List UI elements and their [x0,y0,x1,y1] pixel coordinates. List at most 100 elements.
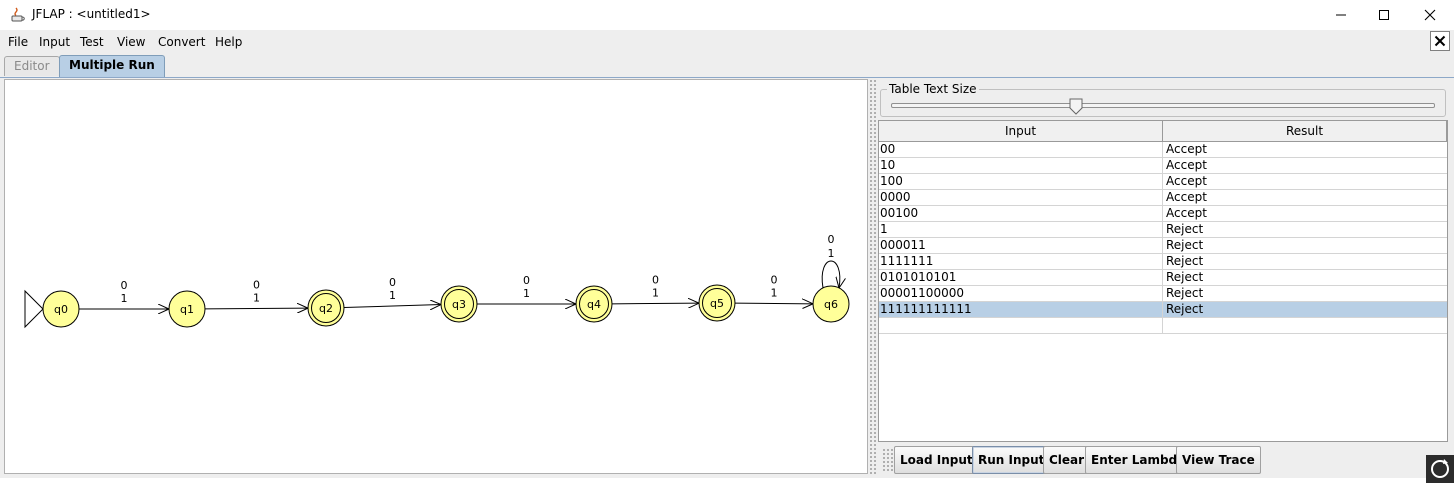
transition-label: 1 [253,292,260,305]
table-row[interactable]: 0101010101 Reject [879,270,1447,286]
state-q1[interactable]: q1 [168,290,206,328]
initial-state-marker [24,289,44,329]
state-label: q6 [824,298,838,311]
transition-label: 1 [523,287,530,300]
transition-label: 1 [771,287,778,300]
table-text-size-group: Table Text Size [880,82,1446,117]
table-row[interactable]: 1111111 Reject [879,254,1447,270]
input-cell[interactable]: 111111111111 [879,302,1163,318]
minimize-button[interactable] [1318,0,1364,30]
transition-arrow[interactable] [734,303,813,304]
transition-label: 0 [523,274,530,287]
result-cell: Accept [1166,206,1207,220]
transition-label: 0 [121,279,128,292]
column-header-result[interactable]: Result [1163,121,1447,141]
result-cell: Reject [1166,254,1204,268]
self-loop-transition[interactable] [821,260,840,288]
result-cell: Accept [1166,190,1207,204]
jflap-window: JFLAP : <untitled1> File Input Test View… [0,0,1454,478]
close-icon [1424,9,1436,21]
table-text-size-label: Table Text Size [887,82,979,96]
result-cell: Accept [1166,158,1207,172]
transition-arrow[interactable] [343,305,441,308]
table-row[interactable]: 00100 Accept [879,206,1447,222]
results-table[interactable]: Input Result 00 Accept 10 Accept 100 Acc… [878,120,1448,442]
transition-arrow[interactable] [204,308,308,309]
state-q3[interactable]: q3 [440,285,478,323]
menu-help[interactable]: Help [215,35,242,49]
tab-strip: Editor Multiple Run [0,54,1454,78]
close-tab-button[interactable] [1430,31,1450,51]
table-header: Input Result [879,121,1447,142]
menu-test[interactable]: Test [80,35,104,49]
state-label: q2 [319,302,333,315]
input-cell[interactable] [879,318,1163,334]
menu-file[interactable]: File [8,35,28,49]
transition-label: 0 [771,274,778,287]
state-q2[interactable]: q2 [307,289,345,327]
button-toolbar: Load Inputs Run Inputs Clear Enter Lambd… [878,442,1448,474]
table-row-empty[interactable] [879,318,1447,334]
table-row[interactable]: 000011 Reject [879,238,1447,254]
toolbar-grip[interactable] [882,448,894,472]
state-label: q3 [452,298,466,311]
state-label: q5 [710,297,724,310]
close-window-button[interactable] [1407,0,1453,30]
result-cell: Reject [1166,286,1204,300]
input-cell[interactable]: 000011 [879,238,1163,254]
window-title: JFLAP : <untitled1> [32,7,151,21]
slider-thumb[interactable] [1069,98,1083,116]
transition-label: 1 [389,289,396,302]
input-cell[interactable]: 1111111 [879,254,1163,270]
input-cell[interactable]: 00 [879,142,1163,158]
refresh-glyph [1431,459,1449,478]
input-cell[interactable]: 100 [879,174,1163,190]
menu-input[interactable]: Input [39,35,70,49]
result-cell: Accept [1166,174,1207,188]
state-q0[interactable]: q0 [24,289,80,329]
table-row[interactable]: 0000 Accept [879,190,1447,206]
transition-label: 1 [121,292,128,305]
column-header-input[interactable]: Input [879,121,1163,141]
table-row[interactable]: 00 Accept [879,142,1447,158]
input-cell[interactable]: 0000 [879,190,1163,206]
split-pane-divider[interactable] [869,79,876,475]
result-cell: Reject [1166,222,1204,236]
automaton-canvas[interactable]: 01010101010101 q0 q1 q2 q3 q4 q5 q6 [4,79,868,474]
tab-editor[interactable]: Editor [4,56,60,76]
view-trace-button[interactable]: View Trace [1176,446,1261,474]
result-cell: Reject [1166,238,1204,252]
transition-label: 0 [389,276,396,289]
input-cell[interactable]: 00001100000 [879,286,1163,302]
menu-convert[interactable]: Convert [158,35,205,49]
input-cell[interactable]: 00100 [879,206,1163,222]
transition-label: 1 [652,287,659,300]
refresh-icon[interactable] [1426,455,1454,483]
table-row[interactable]: 1 Reject [879,222,1447,238]
result-cell: Reject [1166,270,1204,284]
table-row[interactable]: 100 Accept [879,174,1447,190]
input-cell[interactable]: 10 [879,158,1163,174]
table-row[interactable]: 10 Accept [879,158,1447,174]
state-q5[interactable]: q5 [698,284,736,322]
jflap-app-icon [11,7,25,22]
result-cell: Accept [1166,142,1207,156]
table-text-size-slider[interactable] [891,103,1435,108]
table-row[interactable]: 00001100000 Reject [879,286,1447,302]
title-bar: JFLAP : <untitled1> [0,0,1454,30]
state-q6[interactable]: q6 [812,285,850,323]
input-cell[interactable]: 1 [879,222,1163,238]
transition-label: 0 [253,279,260,292]
maximize-button[interactable] [1361,0,1407,30]
tab-multiple-run[interactable]: Multiple Run [59,55,165,77]
automaton-diagram: 01010101010101 q0 q1 q2 q3 q4 q5 q6 [24,233,850,329]
transition-arrow[interactable] [611,303,699,304]
menu-view[interactable]: View [117,35,145,49]
state-q4[interactable]: q4 [575,285,613,323]
transition-label: 1 [828,247,835,260]
transition-label: 0 [652,274,659,287]
input-cell[interactable]: 0101010101 [879,270,1163,286]
clear-button[interactable]: Clear [1043,446,1091,474]
table-row-selected[interactable]: 111111111111 Reject [879,302,1447,318]
menu-bar: File Input Test View Convert Help [0,30,1454,54]
